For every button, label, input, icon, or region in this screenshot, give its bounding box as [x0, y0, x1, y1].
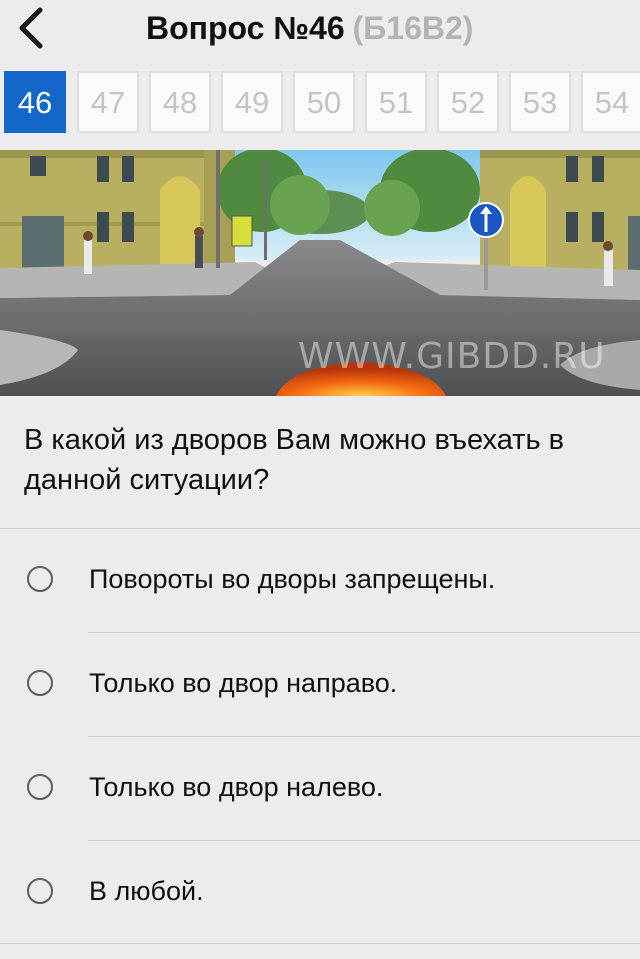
question-number-54[interactable]: 54: [581, 71, 640, 133]
question-title: Вопрос №46: [146, 10, 345, 46]
answer-label: Только во двор направо.: [89, 668, 398, 698]
answer-option-1[interactable]: Повороты во дворы запрещены.: [0, 529, 640, 632]
answer-option-4[interactable]: В любой.: [0, 841, 640, 944]
question-image: WWW.GIBDD.RU: [0, 150, 640, 396]
answer-label: Повороты во дворы запрещены.: [89, 564, 496, 594]
question-number-52[interactable]: 52: [437, 71, 499, 133]
back-button[interactable]: [12, 4, 52, 52]
answer-option-2[interactable]: Только во двор направо.: [0, 633, 640, 736]
image-watermark: WWW.GIBDD.RU: [298, 336, 606, 377]
header: Вопрос №46 (Б16В2): [0, 0, 640, 60]
radio-button-icon[interactable]: [27, 670, 53, 696]
answer-label: В любой.: [89, 876, 204, 906]
answer-option-3[interactable]: Только во двор налево.: [0, 737, 640, 840]
straight-ahead-sign-icon: [468, 202, 504, 238]
question-number-50[interactable]: 50: [293, 71, 355, 133]
question-screen: Вопрос №46 (Б16В2) 46 47 48 49 50 51 52 5…: [0, 0, 640, 959]
page-title: Вопрос №46 (Б16В2): [146, 8, 473, 48]
chevron-left-icon: [19, 7, 43, 49]
question-number-48[interactable]: 48: [149, 71, 211, 133]
question-number-49[interactable]: 49: [221, 71, 283, 133]
question-number-strip: 46 47 48 49 50 51 52 53 54: [0, 70, 640, 136]
ticket-code: (Б16В2): [352, 10, 474, 46]
question-number-47[interactable]: 47: [77, 71, 139, 133]
question-number-46[interactable]: 46: [4, 71, 66, 133]
divider: [0, 943, 640, 944]
radio-button-icon[interactable]: [27, 774, 53, 800]
question-text: В какой из дворов Вам можно въехать в да…: [24, 424, 565, 496]
radio-button-icon[interactable]: [27, 878, 53, 904]
question-number-51[interactable]: 51: [365, 71, 427, 133]
radio-button-icon[interactable]: [27, 566, 53, 592]
question-number-53[interactable]: 53: [509, 71, 571, 133]
answer-label: Только во двор налево.: [89, 772, 384, 802]
